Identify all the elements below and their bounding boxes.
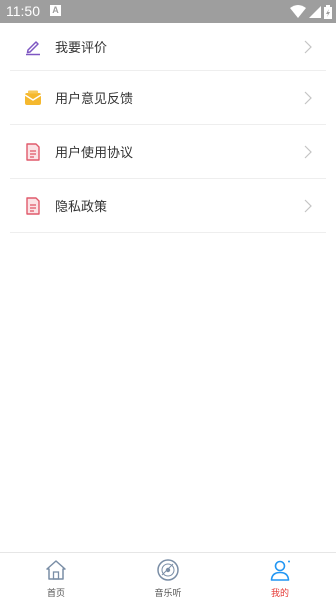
battery-icon (324, 4, 332, 19)
document-icon (26, 142, 40, 161)
menu-item-rate[interactable]: 我要评价 (10, 23, 326, 71)
status-icons (290, 4, 332, 19)
tab-label: 音乐听 (154, 589, 182, 599)
disc-icon (157, 559, 179, 581)
chevron-right-icon (304, 91, 312, 104)
tab-label: 首页 (46, 589, 65, 599)
pencil-icon (26, 40, 40, 55)
home-icon (46, 560, 66, 580)
tab-label: 我的 (270, 589, 289, 599)
menu-item-feedback[interactable]: 用户意见反馈 (10, 71, 326, 125)
notification-icon: A (50, 5, 61, 16)
settings-menu: 我要评价 用户意见反馈 用户使用协议 隐私政策 (10, 23, 326, 233)
menu-item-label: 我要评价 (55, 41, 108, 56)
menu-item-label: 用户使用协议 (55, 146, 134, 161)
wifi-icon (290, 5, 306, 18)
menu-item-privacy-policy[interactable]: 隐私政策 (10, 179, 326, 233)
document-icon (26, 196, 40, 215)
user-icon (270, 560, 290, 581)
status-bar: 11:50 A (0, 0, 336, 23)
tab-mine[interactable]: 我的 (224, 553, 336, 601)
tab-music[interactable]: 音乐听 (112, 553, 224, 601)
chevron-right-icon (304, 199, 312, 212)
signal-icon (309, 5, 321, 18)
envelope-icon (24, 90, 42, 105)
status-time: 11:50 (6, 3, 40, 19)
menu-item-user-agreement[interactable]: 用户使用协议 (10, 125, 326, 179)
bottom-tab-bar: 首页 音乐听 我的 (0, 552, 336, 601)
chevron-right-icon (304, 145, 312, 158)
chevron-right-icon (304, 40, 312, 53)
menu-item-label: 隐私政策 (55, 200, 108, 215)
menu-item-label: 用户意见反馈 (55, 92, 134, 107)
tab-home[interactable]: 首页 (0, 553, 112, 601)
